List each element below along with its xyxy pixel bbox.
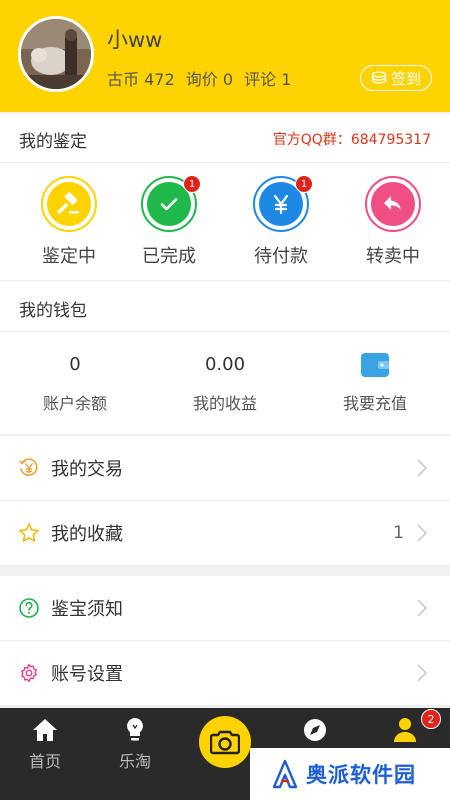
profile-header: 小ww 古币 472 询价 0 评论 1 签到 (0, 0, 450, 112)
chevron-right-icon (417, 524, 428, 542)
status-pending-payment[interactable]: 1 待付款 (225, 175, 337, 268)
qq-group-link[interactable]: 官方QQ群：684795317 (273, 129, 431, 149)
menu-row-settings[interactable]: 账号设置 (0, 641, 450, 705)
trade-icon (18, 457, 40, 479)
status-ring: 1 (253, 175, 313, 232)
tab-home[interactable]: 首页 (0, 708, 90, 800)
signin-button[interactable]: 签到 (360, 65, 432, 91)
gear-icon (18, 662, 40, 684)
status-completed[interactable]: 1 已完成 (113, 175, 225, 268)
wallet-icon (361, 353, 389, 377)
check-icon (160, 198, 178, 211)
earnings-value: 0.00 (204, 354, 246, 375)
wallet-balance[interactable]: 0 账户余额 (0, 352, 150, 414)
balance-value: 0 (69, 354, 81, 375)
tab-shop-label: 乐淘 (118, 752, 151, 771)
star-icon (18, 522, 40, 544)
coins-count: 古币 472 (107, 70, 175, 89)
appraisal-title: 我的鉴定 (19, 132, 87, 152)
comment-count: 评论 1 (244, 70, 292, 89)
menu-row-trade[interactable]: 我的交易 (0, 436, 450, 500)
watermark-logo-icon (272, 759, 298, 789)
status-ring: 1 (141, 175, 201, 232)
chevron-right-icon (417, 599, 428, 617)
settings-label: 账号设置 (51, 664, 123, 685)
menu-row-notice[interactable]: 鉴宝须知 (0, 576, 450, 640)
divider (0, 162, 450, 163)
notice-label: 鉴宝须知 (51, 599, 123, 620)
home-icon (31, 716, 59, 744)
watermark: 奥派软件园 (250, 748, 450, 800)
return-arrow-icon (384, 196, 401, 211)
status-reselling[interactable]: 转卖中 (337, 176, 449, 268)
status-label: 转卖中 (366, 246, 420, 267)
user-icon: 2 (393, 709, 441, 744)
chevron-right-icon (417, 664, 428, 682)
status-label: 待付款 (254, 246, 308, 267)
username: 小ww (107, 28, 163, 52)
avatar-image (21, 19, 91, 89)
tab-shop[interactable]: 乐淘 (90, 708, 180, 800)
wallet-icon-wrap (360, 352, 390, 378)
camera-button[interactable] (199, 716, 251, 768)
divider (0, 331, 450, 332)
status-label: 已完成 (142, 246, 196, 267)
menu-row-favorites[interactable]: 我的收藏 1 (0, 501, 450, 565)
chevron-right-icon (417, 459, 428, 477)
favorites-count: 1 (393, 523, 404, 543)
status-ring (365, 176, 421, 232)
tab-home-label: 首页 (28, 752, 61, 771)
help-icon (18, 597, 40, 619)
watermark-text: 奥派软件园 (306, 763, 416, 787)
lightbulb-icon (124, 716, 146, 744)
avatar[interactable] (18, 16, 94, 92)
status-appraising[interactable]: 鉴定中 (13, 176, 125, 268)
hammer-icon (57, 192, 79, 214)
user-stats: 古币 472 询价 0 评论 1 (107, 66, 297, 90)
trade-label: 我的交易 (51, 459, 123, 480)
camera-icon (210, 730, 240, 755)
status-ring (41, 176, 97, 232)
signin-label: 签到 (390, 69, 421, 88)
earnings-label: 我的收益 (192, 394, 257, 413)
wallet-title: 我的钱包 (19, 301, 87, 321)
wallet-recharge[interactable]: 我要充值 (300, 352, 450, 414)
recharge-label: 我要充值 (342, 394, 407, 413)
compass-icon (302, 716, 328, 744)
wallet-earnings[interactable]: 0.00 我的收益 (150, 352, 300, 414)
status-label: 鉴定中 (42, 246, 96, 267)
profile-badge: 2 (421, 709, 441, 729)
yen-icon (273, 194, 289, 215)
balance-label: 账户余额 (42, 394, 107, 413)
favorites-label: 我的收藏 (51, 524, 123, 545)
inquiry-count: 询价 0 (185, 70, 234, 89)
status-badge: 1 (183, 175, 201, 193)
coin-stack-icon (371, 71, 387, 84)
status-badge: 1 (295, 175, 313, 193)
